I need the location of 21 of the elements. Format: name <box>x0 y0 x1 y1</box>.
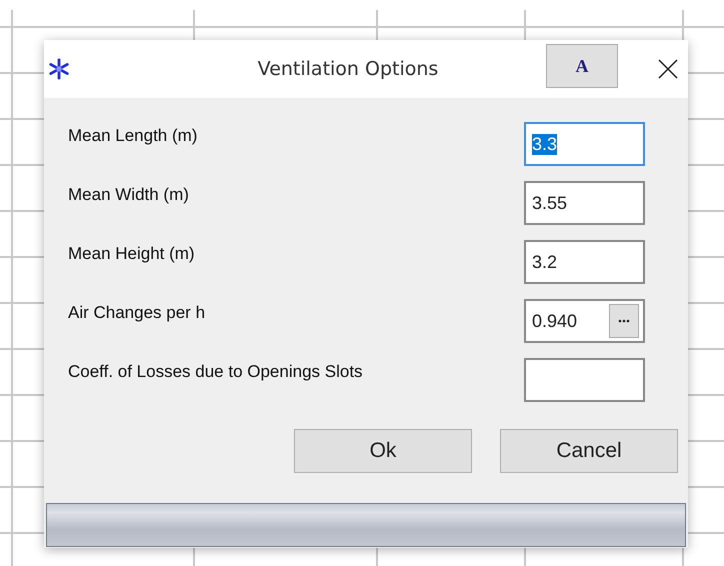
font-button[interactable]: A <box>546 44 618 88</box>
input-field[interactable] <box>524 358 645 402</box>
snowflake-icon <box>48 57 70 81</box>
field-value: 3.3 <box>532 134 558 154</box>
field-label: Mean Length (m) <box>68 126 198 146</box>
input-field[interactable]: 3.2 <box>524 240 645 284</box>
ellipsis-icon <box>618 319 630 323</box>
dialog-button[interactable]: Ok <box>294 429 472 473</box>
field-value: 0.940 <box>532 310 578 332</box>
field-label: Air Changes per h <box>68 303 206 323</box>
field-value: 3.55 <box>532 192 568 214</box>
input-field[interactable]: 3.55 <box>524 181 645 225</box>
close-icon[interactable] <box>658 59 678 79</box>
window-title: Ventilation Options <box>256 58 440 80</box>
field-value: 3.2 <box>532 252 558 272</box>
input-field[interactable]: 0.940 <box>524 299 645 343</box>
input-field[interactable]: 3.3 <box>524 122 645 166</box>
field-label: Coeff. of Losses due to Openings Slots <box>68 362 363 382</box>
dialog-button[interactable]: Cancel <box>500 429 678 473</box>
field-label: Mean Width (m) <box>68 185 189 205</box>
field-label: Mean Height (m) <box>68 244 195 264</box>
